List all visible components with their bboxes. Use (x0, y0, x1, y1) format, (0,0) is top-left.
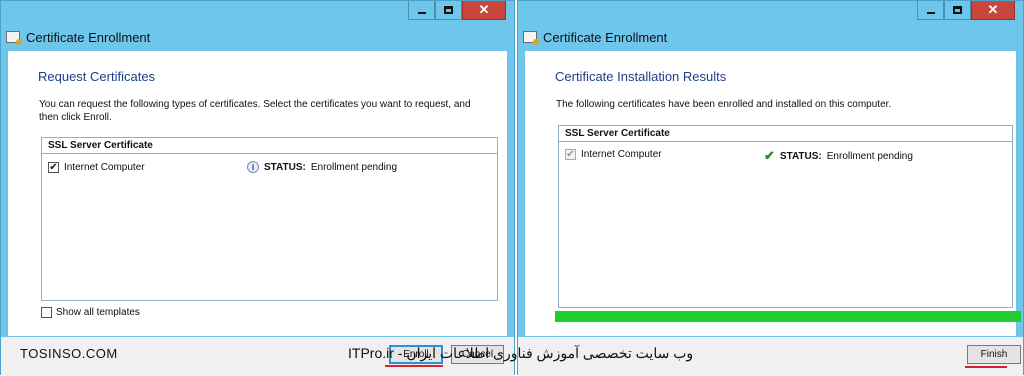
cert-group-header: SSL Server Certificate (42, 138, 497, 154)
minimize-button[interactable] (408, 1, 435, 20)
minimize-button[interactable] (917, 1, 944, 20)
cert-item-label: Internet Computer (581, 149, 662, 160)
show-all-label: Show all templates (56, 307, 140, 318)
page-heading: Request Certificates (38, 69, 156, 84)
enrollment-progress-bar (555, 311, 1021, 322)
maximize-button[interactable] (435, 1, 462, 20)
annotation-underline (385, 365, 443, 367)
certificate-icon (6, 31, 22, 45)
show-all-checkbox[interactable] (41, 307, 52, 318)
checkmark-icon: ✔ (764, 148, 775, 163)
right-dialog-window: ✕ Certificate Enrollment Certificate Ins… (517, 0, 1024, 376)
cert-group-header: SSL Server Certificate (559, 126, 1012, 142)
status-label: STATUS: (779, 150, 822, 162)
left-dialog-window: ✕ Certificate Enrollment Request Certifi… (0, 0, 515, 376)
window-title: Certificate Enrollment (543, 29, 668, 45)
right-titlebar: Certificate Enrollment (523, 27, 667, 47)
close-icon: ✕ (478, 2, 490, 17)
left-titlebar: Certificate Enrollment (6, 27, 150, 47)
watermark-itpro: ITPro.ir - وب سایت تخصصی آموزش فناوری اط… (348, 345, 694, 361)
cert-item-internet-computer: ✔ Internet Computer (565, 149, 662, 160)
window-title: Certificate Enrollment (26, 29, 151, 45)
finish-button[interactable]: Finish (967, 345, 1021, 364)
page-description: The following certificates have been enr… (556, 99, 892, 110)
close-button[interactable]: ✕ (462, 1, 506, 20)
maximize-button[interactable] (944, 1, 971, 20)
cert-item-label: Internet Computer (64, 162, 145, 173)
left-content-panel: Request Certificates You can request the… (8, 51, 507, 336)
certificate-list: SSL Server Certificate ✔ Internet Comput… (558, 125, 1013, 308)
page-heading: Certificate Installation Results (555, 69, 727, 84)
certificate-icon (523, 31, 539, 45)
page-description: You can request the following types of c… (39, 99, 471, 123)
close-icon: ✕ (987, 2, 999, 17)
watermark-tosinso: TOSINSO.COM (20, 346, 118, 361)
status-value: Enrollment pending (310, 161, 398, 173)
cert-checkbox[interactable]: ✔ (48, 162, 59, 173)
info-icon: i (247, 161, 259, 173)
window-divider (515, 0, 517, 375)
annotation-underline (965, 366, 1007, 368)
minimize-icon (926, 12, 935, 14)
cert-status: i STATUS: Enrollment pending (247, 161, 397, 173)
show-all-templates[interactable]: Show all templates (41, 307, 140, 318)
cert-item-internet-computer: ✔ Internet Computer (48, 162, 145, 173)
status-value: Enrollment pending (826, 150, 913, 162)
right-content-panel: Certificate Installation Results The fol… (525, 51, 1021, 336)
cert-checkbox: ✔ (565, 148, 576, 160)
left-caption-buttons: ✕ (408, 1, 506, 20)
maximize-icon (444, 6, 453, 14)
certificate-list: SSL Server Certificate ✔ Internet Comput… (41, 137, 498, 301)
minimize-icon (417, 12, 426, 14)
status-label: STATUS: (264, 161, 306, 173)
close-button[interactable]: ✕ (971, 1, 1015, 20)
right-caption-buttons: ✕ (917, 1, 1015, 20)
cert-status: ✔ STATUS: Enrollment pending (764, 148, 913, 164)
maximize-icon (953, 6, 962, 14)
